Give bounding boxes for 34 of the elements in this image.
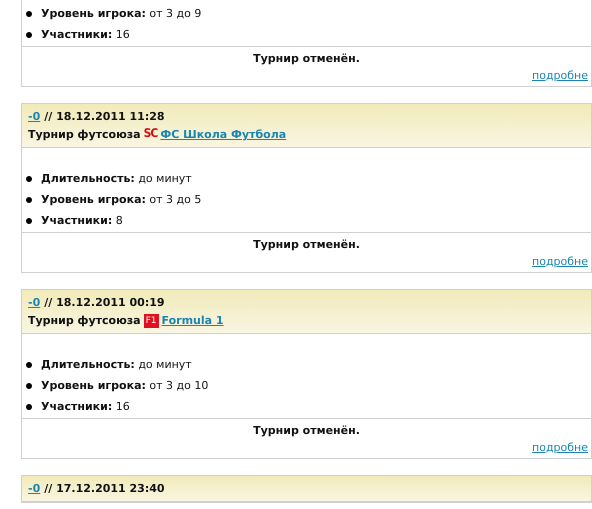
detail-text: Длительность: до минут xyxy=(41,172,192,185)
team-logo-icon: F1 xyxy=(144,314,159,328)
detail-text: Уровень игрока: от 3 до 9 xyxy=(41,7,202,20)
status-text: Турнир отменён. xyxy=(253,424,360,437)
date-time: // 18.12.2011 11:28 xyxy=(44,110,165,123)
detail-text: Длительность: до минут xyxy=(41,358,192,371)
bullet-icon xyxy=(26,382,32,388)
bullet-icon xyxy=(26,32,32,38)
score-link[interactable]: -0 xyxy=(28,110,40,123)
bullet-icon xyxy=(26,10,32,16)
date-time: // 17.12.2011 23:40 xyxy=(44,482,165,495)
detail-text: Участники: 16 xyxy=(41,400,130,413)
detail-text: Участники: 8 xyxy=(41,214,123,227)
status-text: Турнир отменён. xyxy=(253,238,360,251)
tournament-type: Турнир футсоюза xyxy=(28,314,141,327)
team-link[interactable]: ФС Школа Футбола xyxy=(160,128,286,141)
detail-text: Участники: 16 xyxy=(41,28,130,41)
bullet-icon xyxy=(26,362,32,368)
detail-text: Уровень игрока: от 3 до 10 xyxy=(41,379,208,392)
team-link[interactable]: Formula 1 xyxy=(162,314,224,327)
team-logo-icon: SC xyxy=(144,127,158,139)
status-text: Турнир отменён. xyxy=(253,52,360,65)
detail-text: Уровень игрока: от 3 до 5 xyxy=(41,193,202,206)
score-link[interactable]: -0 xyxy=(28,482,40,495)
more-link[interactable]: подробне xyxy=(532,255,588,268)
more-link[interactable]: подробне xyxy=(532,69,588,82)
bullet-icon xyxy=(26,218,32,224)
date-time: // 18.12.2011 00:19 xyxy=(44,296,165,309)
score-link[interactable]: -0 xyxy=(28,296,40,309)
bullet-icon xyxy=(26,176,32,182)
bullet-icon xyxy=(26,196,32,202)
tournament-type: Турнир футсоюза xyxy=(28,128,141,141)
more-link[interactable]: подробне xyxy=(532,441,588,454)
bullet-icon xyxy=(26,404,32,410)
